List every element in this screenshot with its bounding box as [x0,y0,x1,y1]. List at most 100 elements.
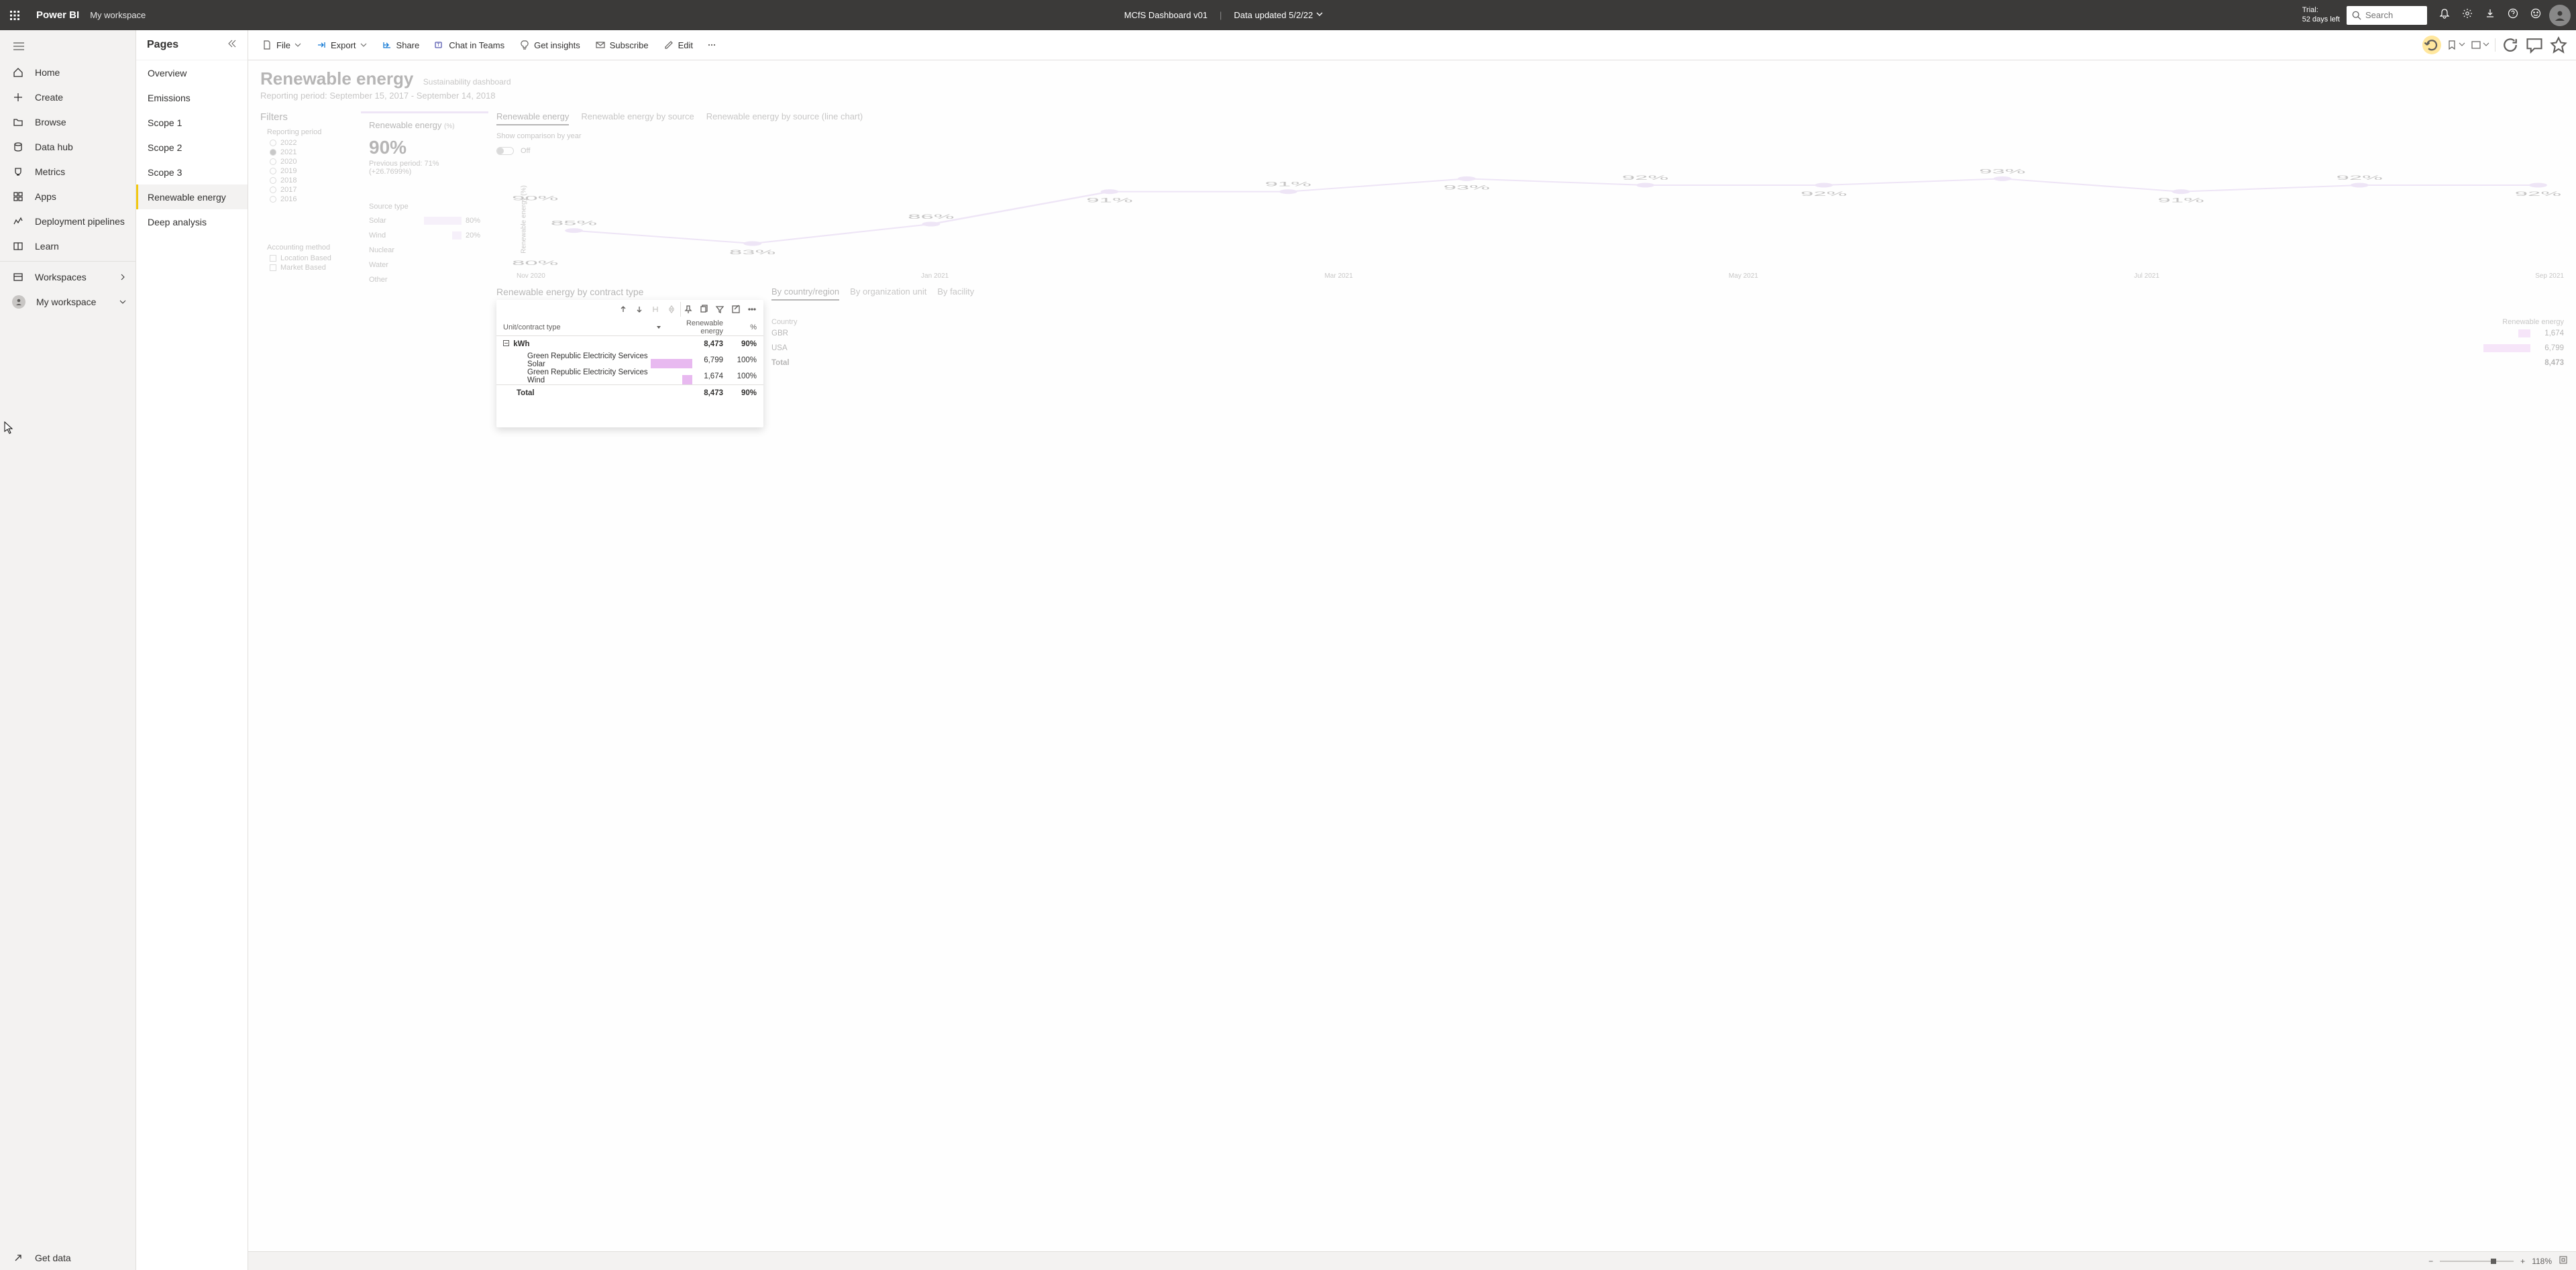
kpi-previous: Previous period: 71% (+26.7699%) [369,160,480,176]
filter-acct-option[interactable]: Market Based [270,264,353,272]
tab-country[interactable]: By country/region [771,286,839,301]
cmd-share[interactable]: Share [376,37,425,53]
sort-icon[interactable] [656,325,661,330]
tab-facility[interactable]: By facility [937,286,974,301]
comparison-toggle[interactable] [496,147,514,155]
expand-all-icon[interactable] [664,302,679,317]
tab-org[interactable]: By organization unit [850,286,926,301]
table-row[interactable]: Green Republic Electricity Services Wind… [496,368,763,384]
cmd-more[interactable] [702,37,721,53]
cmd-file[interactable]: File [256,37,307,53]
chevron-down-icon[interactable] [1313,10,1324,20]
data-updated-label[interactable]: Data updated 5/2/22 [1234,10,1313,20]
tab-item[interactable]: Renewable energy by source [581,111,694,125]
col-header[interactable]: % [723,323,757,331]
col-header[interactable]: Renewable energy [2502,318,2564,326]
cmd-subscribe[interactable]: Subscribe [590,37,654,53]
cmd-chat[interactable]: T Chat in Teams [429,37,510,53]
expand-next-icon[interactable] [648,302,663,317]
cmd-insights[interactable]: Get insights [514,37,586,53]
search-input[interactable] [2365,10,2419,20]
cmd-export[interactable]: Export [311,37,372,53]
page-item[interactable]: Emissions [136,85,248,110]
filter-icon[interactable] [712,302,727,317]
kpi-value: 90% [369,137,480,158]
col-header[interactable]: Unit/contract type [503,323,561,331]
focus-mode-icon[interactable] [729,302,743,317]
pin-icon[interactable] [680,302,695,317]
col-header[interactable]: Renewable energy [665,319,723,335]
more-options-icon[interactable] [745,302,759,317]
download-icon[interactable] [2485,8,2496,22]
nav-workspaces[interactable]: Workspaces [0,264,136,289]
filter-year-option[interactable]: 2022 [270,139,353,147]
svg-text:80%: 80% [512,260,558,266]
filter-year-option[interactable]: 2018 [270,176,353,184]
tab-item[interactable]: Renewable energy by source (line chart) [706,111,863,125]
zoom-slider[interactable] [2440,1261,2514,1262]
drill-down-icon[interactable] [632,302,647,317]
table-row[interactable]: Green Republic Electricity Services Sola… [496,352,763,368]
svg-text:83%: 83% [729,249,775,256]
filter-year-option[interactable]: 2019 [270,167,353,175]
comment-button[interactable] [2525,36,2544,54]
zoom-in-button[interactable]: + [2520,1257,2525,1266]
nav-browse[interactable]: Browse [0,109,136,134]
filter-year-option[interactable]: 2016 [270,195,353,203]
nav-learn[interactable]: Learn [0,233,136,258]
mouse-cursor [4,421,15,438]
nav-get-data[interactable]: Get data [0,1245,136,1270]
zoom-out-button[interactable]: − [2428,1257,2433,1266]
line-chart[interactable]: Renewable energy (%) 80%90%85%83%86%91%9… [496,159,2564,280]
filter-year-option[interactable]: 2020 [270,158,353,166]
svg-text:91%: 91% [2157,197,2204,204]
filter-year-option[interactable]: 2017 [270,186,353,194]
trial-indicator: Trial: 52 days left [2302,6,2347,23]
nav-datahub[interactable]: Data hub [0,134,136,159]
page-item[interactable]: Scope 2 [136,135,248,160]
notifications-icon[interactable] [2439,8,2450,22]
nav-create[interactable]: Create [0,85,136,109]
reset-filters-button[interactable] [2422,36,2441,54]
nav-apps[interactable]: Apps [0,184,136,209]
workspace-breadcrumb[interactable]: My workspace [90,10,146,20]
favorite-button[interactable] [2549,36,2568,54]
table-group-row[interactable]: kWh 8,473 90% [496,336,763,352]
feedback-icon[interactable] [2530,8,2541,22]
col-header[interactable]: Country [771,318,798,326]
page-item[interactable]: Overview [136,60,248,85]
page-item[interactable]: Scope 3 [136,160,248,184]
user-avatar[interactable] [2549,5,2571,26]
zoom-value[interactable]: 118% [2532,1257,2552,1266]
nav-label: Home [35,67,60,78]
copy-icon[interactable] [696,302,711,317]
nav-pipelines[interactable]: Deployment pipelines [0,209,136,233]
hamburger-icon[interactable] [0,33,136,60]
settings-icon[interactable] [2462,8,2473,22]
page-item[interactable]: Renewable energy [136,184,248,209]
search-box[interactable] [2347,6,2427,25]
refresh-button[interactable] [2501,36,2520,54]
filter-acct-option[interactable]: Location Based [270,254,353,262]
chart-xtick: Nov 2020 [517,272,545,280]
page-item[interactable]: Scope 1 [136,110,248,135]
drill-up-icon[interactable] [616,302,631,317]
contract-table: Unit/contract type Renewable energy % kW… [496,300,763,427]
more-icon [706,40,717,50]
tab-item[interactable]: Renewable energy [496,111,569,125]
table-row[interactable]: USA6,799 [771,341,2564,356]
filter-year-option[interactable]: 2021 [270,148,353,156]
svg-text:92%: 92% [1622,174,1668,181]
bookmark-button[interactable] [2447,36,2465,54]
table-row[interactable]: GBR1,674 [771,326,2564,341]
collapse-panel-icon[interactable] [227,39,237,51]
page-item[interactable]: Deep analysis [136,209,248,234]
help-icon[interactable] [2508,8,2518,22]
nav-metrics[interactable]: Metrics [0,159,136,184]
view-button[interactable] [2471,36,2489,54]
nav-my-workspace[interactable]: My workspace [0,289,136,314]
nav-home[interactable]: Home [0,60,136,85]
fit-page-icon[interactable] [2559,1255,2568,1267]
app-launcher-icon[interactable] [5,10,24,21]
cmd-edit[interactable]: Edit [658,37,698,53]
